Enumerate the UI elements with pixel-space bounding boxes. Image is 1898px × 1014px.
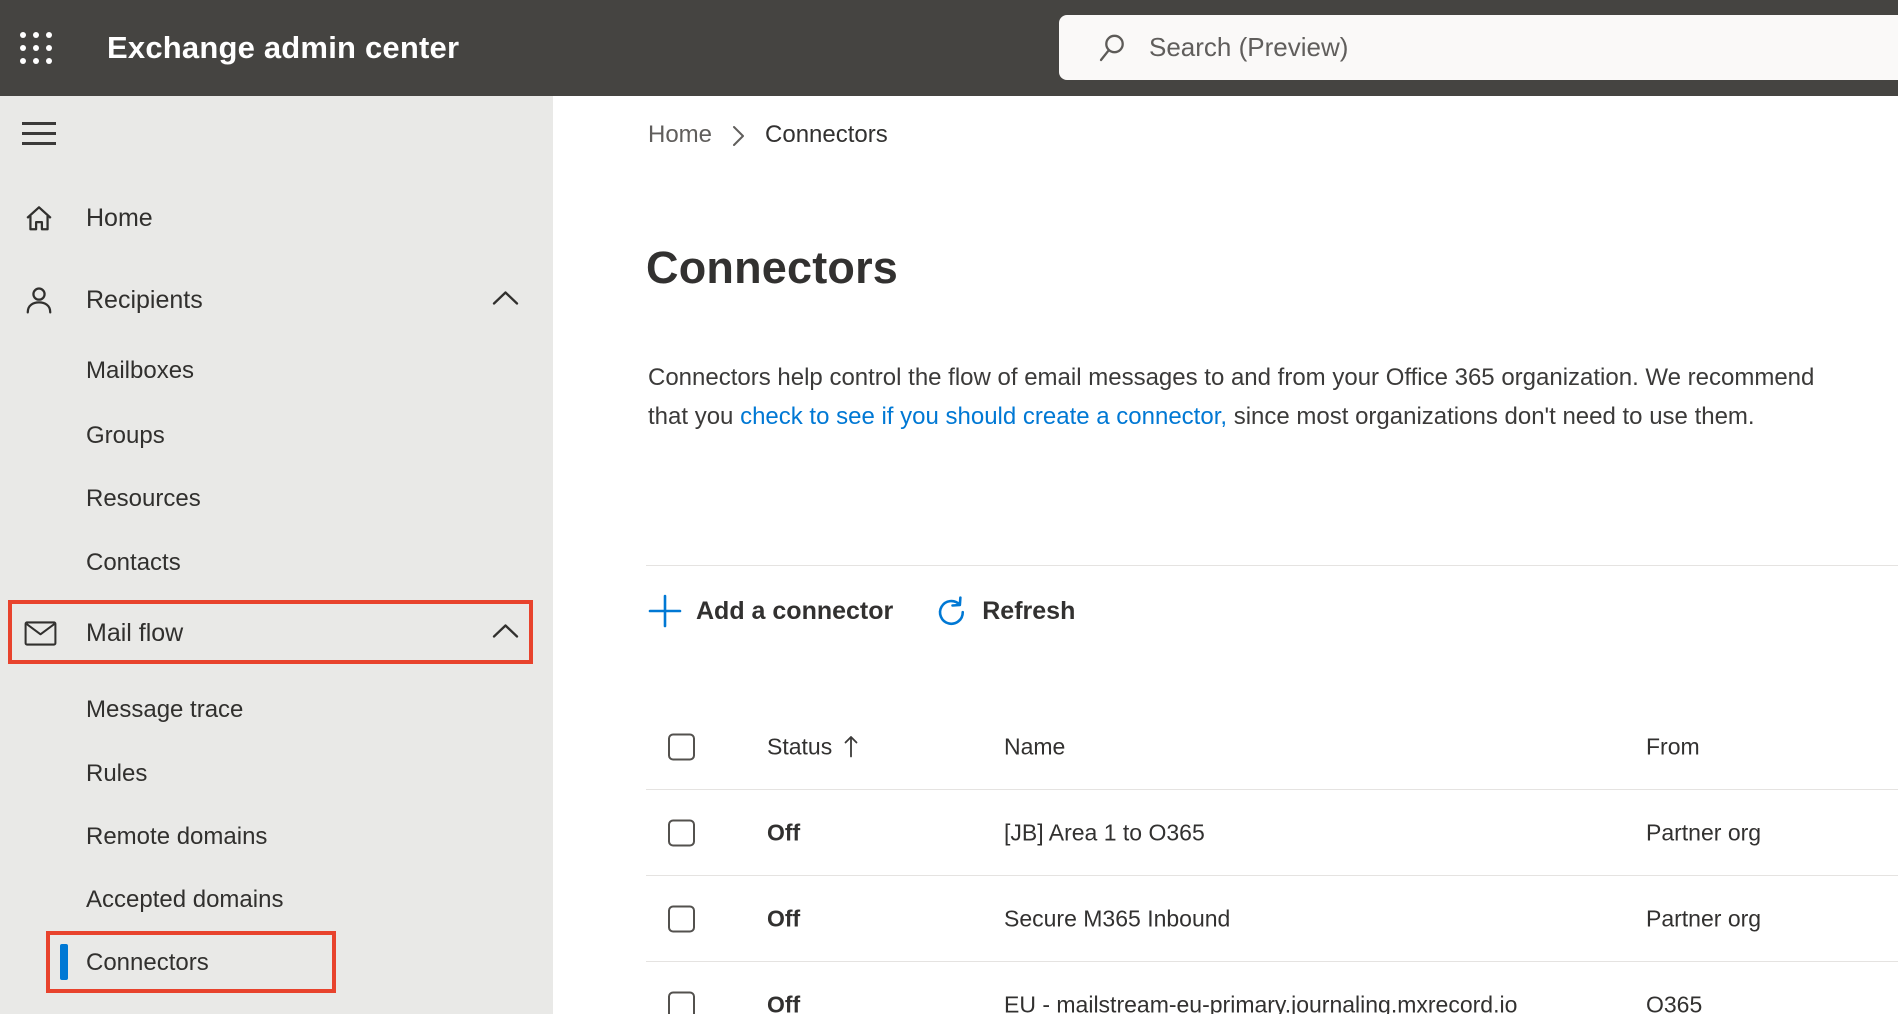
- waffle-icon: [20, 32, 52, 64]
- select-all-checkbox[interactable]: [668, 733, 695, 760]
- sidebar-nav: Home Recipients Mailboxes Groups Resourc…: [0, 96, 553, 1014]
- app-title: Exchange admin center: [107, 30, 460, 65]
- nav-toggle-button[interactable]: [22, 122, 58, 152]
- hamburger-icon: [22, 122, 58, 145]
- refresh-icon: [935, 595, 968, 628]
- row-from: Partner org: [1646, 819, 1762, 845]
- home-icon: [24, 202, 54, 234]
- row-name: EU - mailstream-eu-primary.journaling.mx…: [1004, 991, 1518, 1014]
- sidebar-item-connectors[interactable]: Connectors: [0, 932, 553, 994]
- column-header-from[interactable]: From: [1646, 733, 1700, 760]
- sidebar-item-resources[interactable]: Resources: [0, 468, 553, 530]
- sidebar-item-mailboxes[interactable]: Mailboxes: [0, 340, 553, 402]
- search-input[interactable]: [1149, 15, 1898, 80]
- page-description: Connectors help control the flow of emai…: [648, 358, 1853, 436]
- toolbar-divider: [646, 565, 1898, 566]
- row-status: Off: [767, 819, 801, 845]
- page-title: Connectors: [646, 242, 899, 293]
- breadcrumb-current: Connectors: [765, 121, 888, 148]
- table-header-row: Status Name From: [646, 704, 1898, 790]
- chevron-up-icon: [492, 290, 519, 311]
- sidebar-item-label: Rules: [86, 760, 148, 787]
- row-checkbox[interactable]: [668, 991, 695, 1014]
- row-checkbox[interactable]: [668, 905, 695, 932]
- add-connector-button[interactable]: Add a connector: [648, 594, 893, 628]
- sidebar-item-groups[interactable]: Groups: [0, 405, 553, 467]
- sidebar-item-home[interactable]: Home: [0, 187, 553, 249]
- column-header-status[interactable]: Status: [767, 733, 858, 760]
- sidebar-item-mail-flow[interactable]: Mail flow: [0, 602, 553, 664]
- selected-indicator: [60, 944, 68, 980]
- sidebar-item-label: Accepted domains: [86, 886, 284, 913]
- breadcrumb-home-link[interactable]: Home: [648, 121, 712, 149]
- mail-icon: [24, 620, 57, 646]
- table-row[interactable]: Off EU - mailstream-eu-primary.journalin…: [646, 962, 1898, 1014]
- plus-icon: [648, 594, 682, 628]
- main-content: Home Connectors Connectors Connectors he…: [553, 96, 1898, 1014]
- column-header-label: Status: [767, 733, 833, 759]
- sidebar-item-label: Contacts: [86, 549, 181, 576]
- table-row[interactable]: Off [JB] Area 1 to O365 Partner org: [646, 790, 1898, 876]
- person-icon: [24, 284, 54, 316]
- row-name: Secure M365 Inbound: [1004, 905, 1231, 931]
- row-status: Off: [767, 905, 801, 931]
- sidebar-item-label: Home: [86, 203, 153, 232]
- description-text: since most organizations don't need to u…: [1227, 403, 1755, 430]
- sidebar-item-label: Resources: [86, 485, 201, 512]
- sidebar-item-label: Connectors: [86, 949, 209, 976]
- app-launcher-button[interactable]: [20, 29, 58, 67]
- sidebar-item-label: Mailboxes: [86, 357, 195, 384]
- sidebar-item-label: Groups: [86, 422, 165, 449]
- sort-ascending-icon: [844, 736, 858, 758]
- chevron-right-icon: [732, 125, 745, 147]
- sidebar-item-rules[interactable]: Rules: [0, 743, 553, 805]
- sidebar-item-message-trace[interactable]: Message trace: [0, 679, 553, 741]
- row-from: Partner org: [1646, 905, 1762, 931]
- sidebar-item-label: Recipients: [86, 285, 203, 314]
- sidebar-item-label: Message trace: [86, 696, 244, 723]
- sidebar-item-contacts[interactable]: Contacts: [0, 532, 553, 594]
- breadcrumb: Home Connectors: [648, 120, 888, 150]
- create-connector-link[interactable]: check to see if you should create a conn…: [740, 403, 1227, 430]
- refresh-button[interactable]: Refresh: [935, 595, 1075, 628]
- row-name: [JB] Area 1 to O365: [1004, 819, 1205, 845]
- sidebar-item-accepted-domains[interactable]: Accepted domains: [0, 869, 553, 931]
- connectors-table: Status Name From Off [JB] Area 1 to O365…: [646, 704, 1898, 1014]
- row-from: O365: [1646, 991, 1703, 1014]
- refresh-label: Refresh: [982, 596, 1076, 625]
- table-row[interactable]: Off Secure M365 Inbound Partner org: [646, 876, 1898, 962]
- search-icon: [1099, 34, 1124, 61]
- search-box[interactable]: [1059, 15, 1898, 80]
- chevron-up-icon: [492, 623, 519, 644]
- column-header-name[interactable]: Name: [1004, 733, 1065, 760]
- sidebar-item-remote-domains[interactable]: Remote domains: [0, 806, 553, 868]
- row-checkbox[interactable]: [668, 819, 695, 846]
- exchange-admin-center-window: Exchange admin center Home: [0, 0, 1898, 1014]
- sidebar-item-label: Remote domains: [86, 823, 268, 850]
- toolbar: Add a connector Refresh: [648, 583, 1075, 639]
- sidebar-item-recipients[interactable]: Recipients: [0, 269, 553, 331]
- row-status: Off: [767, 991, 801, 1014]
- add-connector-label: Add a connector: [696, 596, 894, 625]
- sidebar-item-label: Mail flow: [86, 618, 184, 647]
- suite-header: Exchange admin center: [0, 0, 1898, 96]
